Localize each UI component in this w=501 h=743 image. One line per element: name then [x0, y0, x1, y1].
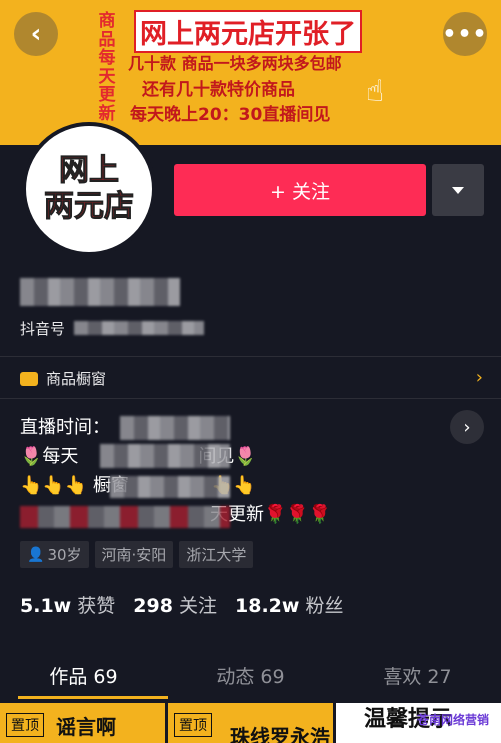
- tag-age: 👤 30岁: [20, 541, 89, 568]
- thumbnail-text: 珠线罗永浩: [230, 725, 330, 743]
- bio-blurred-text: [20, 506, 230, 528]
- content-tabs: 作品 69 动态 69 喜欢 27: [0, 652, 501, 698]
- avatar-text-line2: 两元店: [44, 189, 135, 225]
- shop-window-label: 商品橱窗: [46, 370, 107, 388]
- avatar-text-line1: 网上: [59, 153, 120, 189]
- tab-activity[interactable]: 动态 69: [167, 652, 334, 698]
- banner-vertical-text: 商品每天更新: [98, 11, 116, 124]
- thumbnail-text: 谣言啊: [56, 715, 116, 739]
- watermark: 苍南网络营销: [416, 713, 489, 727]
- chevron-right-icon[interactable]: ›: [476, 367, 483, 388]
- video-thumbnail[interactable]: 置顶 珠线罗永浩: [168, 703, 333, 743]
- video-thumbnail[interactable]: 置顶 谣言啊: [0, 703, 165, 743]
- avatar[interactable]: 网上 两元店: [22, 122, 156, 256]
- bio-blurred-text: [110, 476, 230, 498]
- banner-title: 网上两元店开张了: [134, 10, 362, 53]
- banner-line3: 还有几十款特价商品: [142, 80, 295, 100]
- banner-line2: 几十款 商品一块多两块多包邮: [128, 54, 342, 73]
- bio-blurred-text: [100, 444, 230, 468]
- pinned-badge: 置顶: [6, 713, 44, 737]
- followers-stat[interactable]: 18.2w 粉丝: [235, 591, 344, 618]
- more-button[interactable]: •••: [442, 12, 488, 56]
- douyin-id-blurred: [74, 321, 204, 335]
- more-icon: •••: [442, 21, 488, 47]
- back-button[interactable]: ‹: [14, 12, 58, 56]
- profile-stats: 5.1w 获赞 298 关注 18.2w 粉丝: [20, 591, 344, 618]
- pointing-hand-icon: ☝: [366, 74, 385, 109]
- tag-school: 浙江大学: [179, 541, 254, 568]
- nickname-blurred: [20, 278, 180, 306]
- follow-button[interactable]: + 关注: [174, 164, 426, 216]
- bio-blurred-text: [120, 416, 230, 440]
- douyin-id-label: 抖音号: [20, 320, 66, 338]
- recommend-dropdown-button[interactable]: [432, 164, 484, 216]
- likes-stat[interactable]: 5.1w 获赞: [20, 591, 115, 618]
- tab-works[interactable]: 作品 69: [0, 652, 167, 698]
- chevron-down-icon: [452, 186, 464, 194]
- profile-tags: 👤 30岁 河南·安阳 浙江大学: [20, 541, 254, 568]
- pinned-badge: 置顶: [174, 713, 212, 737]
- tag-location: 河南·安阳: [94, 541, 174, 568]
- active-tab-indicator: [18, 696, 168, 699]
- person-icon: 👤: [27, 546, 45, 563]
- shop-icon: [20, 371, 38, 386]
- tab-likes[interactable]: 喜欢 27: [334, 652, 501, 698]
- following-stat[interactable]: 298 关注: [133, 591, 217, 618]
- back-icon: ‹: [30, 19, 42, 49]
- divider: [0, 398, 501, 399]
- shop-window-link[interactable]: 商品橱窗: [20, 368, 106, 389]
- divider: [0, 356, 501, 357]
- banner-line4: 每天晚上20：30直播间见: [130, 105, 331, 125]
- bio-expand-button[interactable]: ›: [450, 410, 484, 444]
